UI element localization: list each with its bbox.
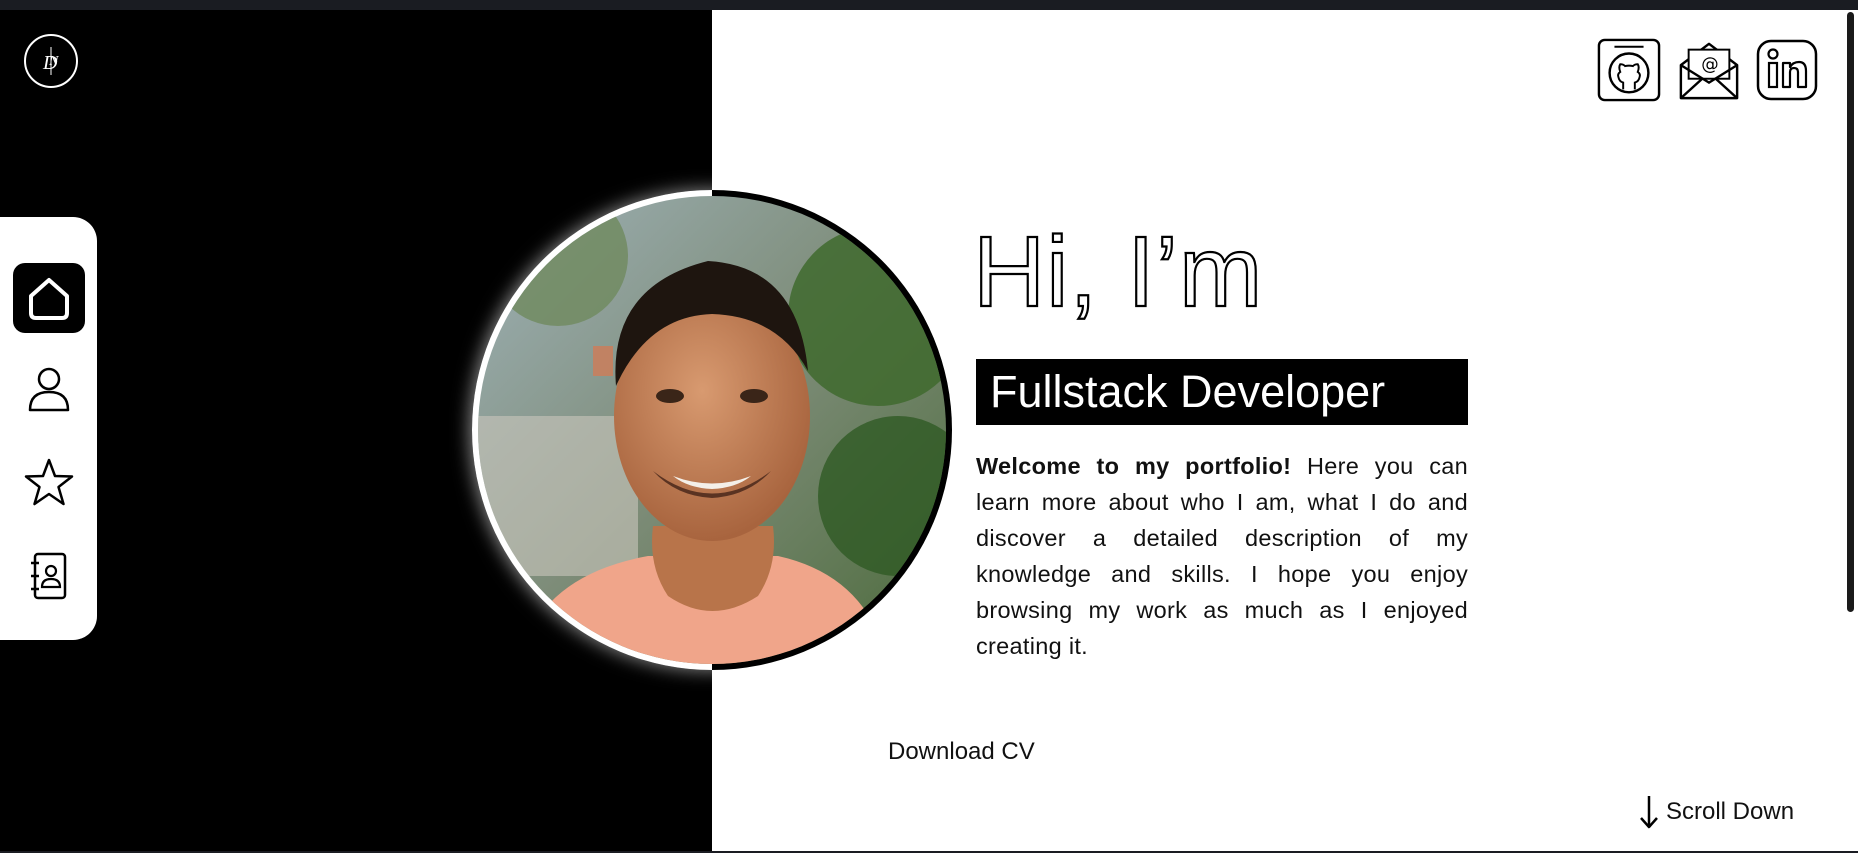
profile-photo: [478, 196, 946, 664]
nav-item-about[interactable]: [13, 354, 85, 424]
email-icon: @: [1679, 42, 1739, 100]
arrow-down-icon: [1640, 796, 1658, 829]
scrollbar-thumb[interactable]: [1847, 12, 1854, 612]
intro-paragraph: Welcome to my portfolio! Here you can le…: [976, 448, 1468, 664]
nav-item-home[interactable]: [13, 263, 85, 333]
svg-text:@: @: [1701, 55, 1718, 75]
svg-text:N: N: [48, 54, 59, 69]
hero-greeting: Hi, I’m: [972, 216, 1264, 328]
nav-item-skills[interactable]: [13, 448, 85, 518]
intro-bold: Welcome to my portfolio!: [976, 453, 1292, 479]
scroll-down-link[interactable]: Scroll Down: [1638, 794, 1794, 830]
site-logo[interactable]: D N: [24, 34, 78, 88]
sidebar-nav: [0, 217, 97, 640]
role-badge: Fullstack Developer: [976, 359, 1468, 425]
contact-book-icon: [31, 552, 67, 600]
linkedin-link[interactable]: [1755, 38, 1819, 102]
linkedin-icon: [1756, 39, 1818, 101]
email-link[interactable]: @: [1677, 38, 1741, 102]
nav-item-contact[interactable]: [13, 541, 85, 611]
page: D N Hi, I’m Fullstack Developer Welcome …: [0, 10, 1858, 851]
monogram-logo-icon: D N: [42, 47, 59, 75]
home-icon: [29, 278, 69, 320]
profile-photo-frame: [472, 190, 952, 670]
scroll-down-label: Scroll Down: [1666, 798, 1795, 825]
github-icon: [1597, 38, 1661, 102]
github-link[interactable]: [1597, 38, 1661, 102]
star-icon: [24, 458, 74, 506]
download-cv-button[interactable]: Download CV: [888, 738, 1035, 766]
intro-text: Here you can learn more about who I am, …: [976, 453, 1469, 659]
user-icon: [28, 367, 70, 412]
